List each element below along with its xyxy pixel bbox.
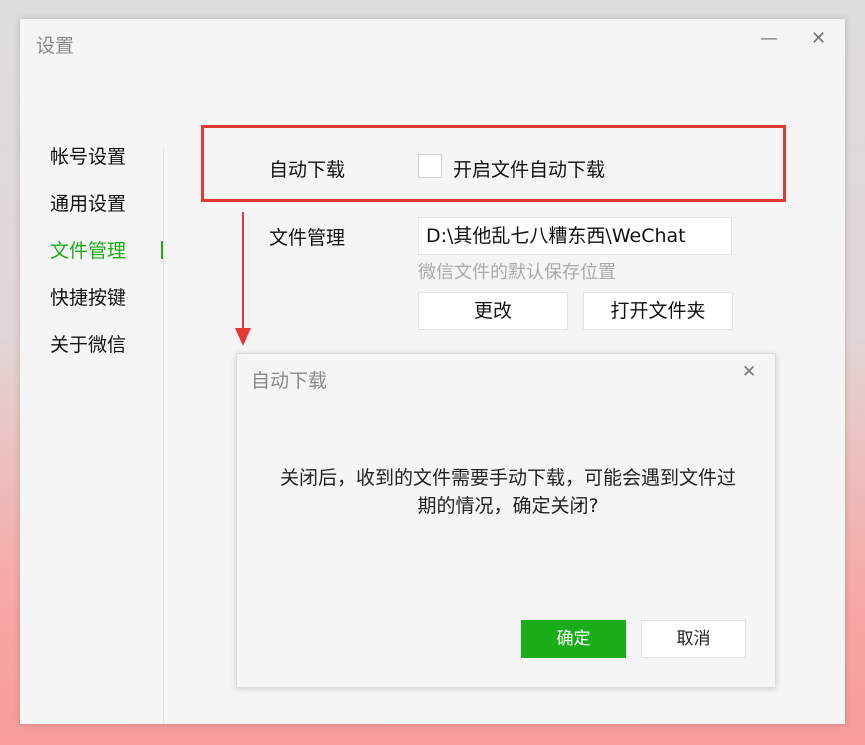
window-title: 设置 [36, 35, 75, 57]
change-button[interactable]: 更改 [418, 292, 568, 330]
sidebar-divider [163, 148, 164, 724]
close-icon[interactable]: ✕ [811, 29, 826, 49]
auto-download-label: 自动下载 [269, 159, 346, 181]
save-path-hint: 微信文件的默认保存位置 [418, 262, 616, 283]
dialog-title: 自动下载 [251, 370, 328, 392]
auto-download-dialog: 自动下载 ✕ 关闭后，收到的文件需要手动下载，可能会遇到文件过期的情况，确定关闭… [236, 353, 776, 688]
sidebar-item-general[interactable]: 通用设置 [50, 188, 126, 235]
arrow-down-icon [235, 212, 251, 346]
file-management-label: 文件管理 [269, 227, 346, 249]
dialog-message: 关闭后，收到的文件需要手动下载，可能会遇到文件过期的情况，确定关闭? [279, 467, 736, 517]
cancel-button[interactable]: 取消 [641, 620, 746, 658]
sidebar-item-shortcuts[interactable]: 快捷按键 [50, 282, 126, 329]
save-path-field: D:\其他乱七八糟东西\WeChat [418, 217, 732, 255]
sidebar-item-account[interactable]: 帐号设置 [50, 141, 126, 188]
open-folder-button[interactable]: 打开文件夹 [583, 292, 733, 330]
settings-window: 设置 — ✕ 帐号设置 通用设置 文件管理 快捷按键 关于微信 自动下载 开启文… [20, 19, 845, 724]
minimize-icon[interactable]: — [760, 29, 778, 49]
sidebar-nav: 帐号设置 通用设置 文件管理 快捷按键 关于微信 [50, 141, 126, 376]
auto-download-checkbox-label[interactable]: 开启文件自动下载 [453, 155, 605, 182]
sidebar-item-about[interactable]: 关于微信 [50, 329, 126, 376]
dialog-close-icon[interactable]: ✕ [742, 362, 756, 382]
auto-download-checkbox[interactable] [418, 154, 442, 178]
sidebar-item-file-management[interactable]: 文件管理 [50, 235, 126, 282]
confirm-button[interactable]: 确定 [521, 620, 626, 658]
